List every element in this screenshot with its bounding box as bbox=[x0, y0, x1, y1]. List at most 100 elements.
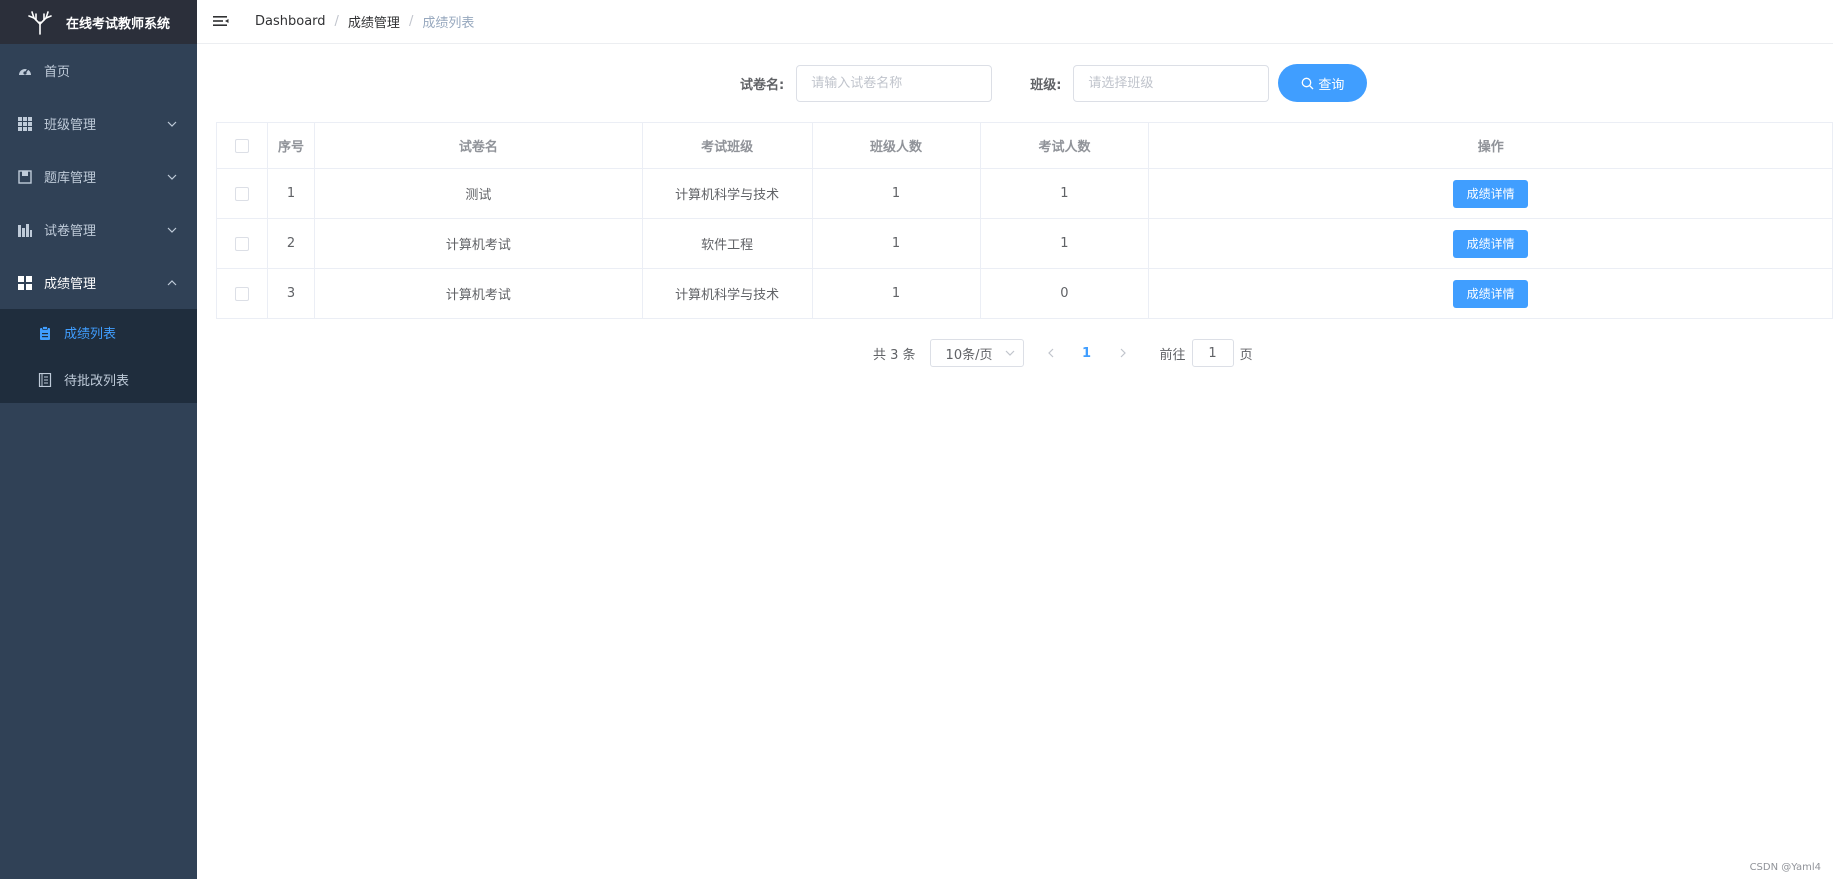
goto-page-input[interactable] bbox=[1191, 339, 1234, 367]
paper-name-input[interactable] bbox=[796, 64, 993, 102]
exam-count-cell: 1 bbox=[979, 168, 1150, 219]
column-header: 班级人数 bbox=[811, 122, 981, 169]
prev-page-button[interactable] bbox=[1036, 339, 1066, 367]
select-all-cell bbox=[216, 122, 268, 169]
column-header: 序号 bbox=[266, 122, 315, 169]
class-label: 班级: bbox=[1030, 77, 1062, 93]
class-cell: 计算机科学与技术 bbox=[641, 268, 813, 319]
paper-name-cell: 测试 bbox=[313, 168, 643, 219]
chevron-up-icon bbox=[167, 279, 177, 285]
column-header: 试卷名 bbox=[313, 122, 643, 169]
action-cell: 成绩详情 bbox=[1148, 168, 1833, 219]
search-icon bbox=[1302, 77, 1314, 89]
score-detail-button[interactable]: 成绩详情 bbox=[1453, 229, 1529, 258]
column-header: 考试班级 bbox=[641, 122, 813, 169]
sidebar-item-label: 题库管理 bbox=[44, 171, 97, 186]
search-form: 试卷名: 班级: 查询 bbox=[740, 64, 1368, 102]
index-cell: 1 bbox=[266, 168, 315, 219]
class-count-cell: 1 bbox=[811, 218, 981, 269]
sidebar-item-score-list[interactable]: 成绩列表 bbox=[0, 309, 197, 356]
antler-logo-icon bbox=[28, 11, 52, 35]
table-header-row: 序号 试卷名 考试班级 班级人数 考试人数 操作 bbox=[216, 122, 1833, 169]
table-row: 3 计算机考试 计算机科学与技术 1 0 成绩详情 bbox=[216, 268, 1833, 319]
index-cell: 3 bbox=[266, 268, 315, 319]
submenu-score: 成绩列表 待批改列表 bbox=[0, 309, 197, 403]
exam-count-cell: 0 bbox=[979, 268, 1150, 319]
watermark: CSDN @Yaml4 bbox=[1749, 862, 1821, 873]
sidebar-item-label: 待批改列表 bbox=[64, 374, 130, 389]
navbar: Dashboard / 成绩管理 / 成绩列表 bbox=[197, 0, 1833, 44]
action-cell: 成绩详情 bbox=[1148, 268, 1833, 319]
paper-name-cell: 计算机考试 bbox=[313, 268, 643, 319]
sidebar-item-label: 成绩管理 bbox=[44, 277, 97, 292]
select-all-checkbox[interactable] bbox=[234, 138, 249, 153]
paper-name-cell: 计算机考试 bbox=[313, 218, 643, 269]
row-select-cell bbox=[216, 268, 268, 319]
breadcrumb-score-list: 成绩列表 bbox=[422, 16, 475, 31]
chart-icon bbox=[18, 223, 32, 237]
pagination-total: 共 3 条 bbox=[873, 347, 916, 363]
score-detail-button[interactable]: 成绩详情 bbox=[1453, 179, 1529, 208]
clipboard-icon bbox=[38, 325, 52, 340]
sidebar-item-pending-review[interactable]: 待批改列表 bbox=[0, 356, 197, 403]
page-suffix-label: 页 bbox=[1239, 347, 1253, 363]
class-cell: 计算机科学与技术 bbox=[641, 168, 813, 219]
sidebar: 在线考试教师系统 首页 班级管理 题库管理 试卷管理 成绩管理 成绩列表 待批改… bbox=[0, 0, 197, 879]
chevron-down-icon bbox=[167, 121, 177, 127]
index-cell: 2 bbox=[266, 218, 315, 269]
sidebar-item-label: 首页 bbox=[44, 65, 71, 80]
column-header: 考试人数 bbox=[979, 122, 1150, 169]
exam-count-cell: 1 bbox=[979, 218, 1150, 269]
row-select-cell bbox=[216, 168, 268, 219]
sidebar-item-question-bank[interactable]: 题库管理 bbox=[0, 150, 197, 203]
goto-label: 前往 bbox=[1159, 347, 1186, 363]
page-jumper: 前往 页 bbox=[1160, 339, 1253, 367]
paper-name-label: 试卷名: bbox=[740, 77, 785, 93]
class-cell: 软件工程 bbox=[641, 218, 813, 269]
score-table: 序号 试卷名 考试班级 班级人数 考试人数 操作 1 测试 计算机科学与技术 1… bbox=[216, 122, 1833, 319]
row-checkbox[interactable] bbox=[234, 236, 249, 251]
grid-icon bbox=[18, 116, 32, 131]
breadcrumb: Dashboard / 成绩管理 / 成绩列表 bbox=[255, 12, 474, 31]
score-detail-button[interactable]: 成绩详情 bbox=[1453, 279, 1529, 308]
apps-icon bbox=[18, 275, 32, 290]
document-icon bbox=[38, 372, 52, 387]
row-select-cell bbox=[216, 218, 268, 269]
chevron-left-icon bbox=[1047, 348, 1053, 358]
app-title: 在线考试教师系统 bbox=[66, 16, 171, 32]
chevron-down-icon bbox=[1005, 350, 1014, 356]
hamburger-icon[interactable] bbox=[211, 12, 231, 32]
page-number-current[interactable]: 1 bbox=[1072, 346, 1102, 361]
breadcrumb-separator: / bbox=[408, 14, 414, 29]
book-icon bbox=[18, 169, 32, 184]
table-row: 1 测试 计算机科学与技术 1 1 成绩详情 bbox=[216, 168, 1833, 219]
sidebar-item-class-management[interactable]: 班级管理 bbox=[0, 97, 197, 150]
query-button[interactable]: 查询 bbox=[1278, 64, 1368, 102]
breadcrumb-dashboard[interactable]: Dashboard bbox=[255, 14, 326, 29]
sidebar-item-home[interactable]: 首页 bbox=[0, 44, 197, 97]
sidebar-item-paper-management[interactable]: 试卷管理 bbox=[0, 203, 197, 256]
dashboard-icon bbox=[18, 64, 32, 78]
page-size-value: 10条/页 bbox=[945, 347, 993, 363]
class-count-cell: 1 bbox=[811, 168, 981, 219]
query-button-label: 查询 bbox=[1318, 77, 1345, 93]
logo[interactable]: 在线考试教师系统 bbox=[0, 0, 197, 44]
row-checkbox[interactable] bbox=[234, 286, 249, 301]
row-checkbox[interactable] bbox=[234, 186, 249, 201]
pagination: 共 3 条 10条/页 1 前往 页 bbox=[873, 339, 1253, 367]
sidebar-item-label: 班级管理 bbox=[44, 118, 97, 133]
table-row: 2 计算机考试 软件工程 1 1 成绩详情 bbox=[216, 218, 1833, 269]
next-page-button[interactable] bbox=[1108, 339, 1138, 367]
sidebar-item-label: 成绩列表 bbox=[64, 327, 117, 342]
breadcrumb-separator: / bbox=[334, 14, 339, 29]
chevron-right-icon bbox=[1120, 348, 1126, 358]
sidebar-item-label: 试卷管理 bbox=[44, 224, 97, 239]
breadcrumb-score-management[interactable]: 成绩管理 bbox=[348, 12, 400, 31]
chevron-down-icon bbox=[167, 227, 177, 233]
action-cell: 成绩详情 bbox=[1148, 218, 1833, 269]
page-size-select[interactable]: 10条/页 bbox=[929, 339, 1024, 367]
sidebar-item-score-management[interactable]: 成绩管理 bbox=[0, 256, 197, 309]
class-select[interactable] bbox=[1073, 64, 1270, 102]
class-count-cell: 1 bbox=[811, 268, 981, 319]
chevron-down-icon bbox=[167, 174, 177, 180]
